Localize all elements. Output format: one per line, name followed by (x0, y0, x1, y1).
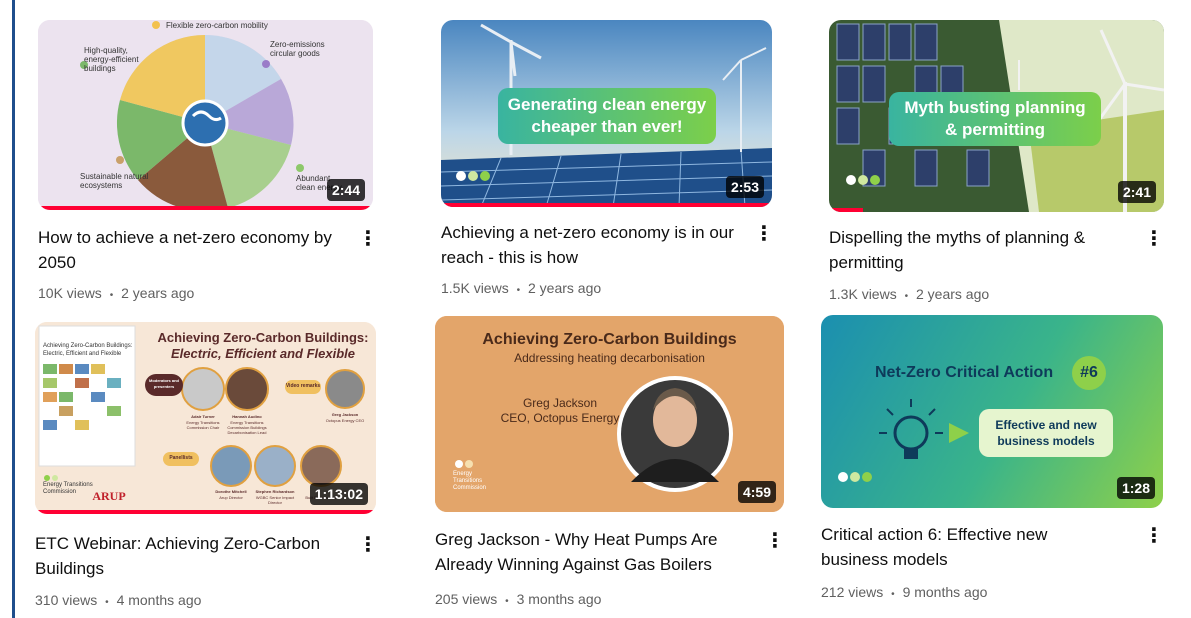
video-meta: 10K views • 2 years ago (38, 284, 194, 305)
speaker-role: Arup Director (219, 495, 243, 500)
video-meta: 1.5K views • 2 years ago (441, 279, 601, 300)
speaker-name: Stephen Richardson (255, 489, 295, 494)
meta-separator: • (891, 589, 895, 600)
thumb-label-top: Flexible zero-carbon mobility (166, 21, 268, 30)
more-actions-icon[interactable]: ⋮ (765, 530, 785, 552)
duration-badge: 2:44 (326, 179, 365, 201)
speaker-name: Hannah Audino (232, 414, 262, 419)
thumb-moderators-label: Moderators and presenters (148, 378, 179, 389)
speaker-role: Octopus Energy CEO (325, 418, 365, 423)
thumb-speaker-role: CEO, Octopus Energy (500, 411, 620, 425)
video-meta: 205 views • 3 months ago (435, 590, 601, 611)
thumb-badge: #6 (1080, 364, 1098, 381)
meta-separator: • (904, 291, 909, 302)
thumb-headline-box: Generating clean energy cheaper than eve… (498, 88, 716, 144)
video-thumbnail[interactable]: Net-Zero Critical Action #6 Effective an… (821, 315, 1163, 508)
speaker-role: Energy Transitions Commission Chair (186, 420, 220, 430)
thumb-org: Energy Transitions Commission (453, 471, 487, 491)
left-border (12, 0, 15, 618)
upload-age: 2 years ago (916, 286, 990, 302)
upload-age: 2 years ago (528, 280, 602, 296)
thumb-box: Effective and new business models (979, 409, 1113, 457)
more-actions-icon[interactable]: ⋮ (1144, 228, 1164, 250)
speaker-role: Energy Transitions Commission Buildings … (227, 420, 267, 435)
more-actions-icon[interactable]: ⋮ (754, 223, 774, 245)
view-count: 1.3K views (829, 286, 897, 302)
speaker-name: Dorothe Mitchell (215, 489, 247, 494)
meta-separator: • (516, 285, 521, 296)
video-card[interactable]: Net-Zero Critical Action #6 Effective an… (821, 315, 1173, 612)
duration-badge: 2:53 (725, 176, 764, 198)
view-count: 212 views (821, 584, 884, 600)
thumb-subhead: Electric, Efficient and Flexible (171, 346, 355, 361)
video-thumbnail[interactable]: Myth busting planning & permitting 2:41 (829, 20, 1164, 212)
thumb-panellists-label: Panellists (169, 455, 193, 461)
video-meta: 310 views • 4 months ago (35, 591, 201, 612)
video-title[interactable]: Critical action 6: Effective new busines… (821, 522, 1111, 572)
upload-age: 3 months ago (516, 591, 602, 607)
watch-progress-bar (829, 208, 863, 212)
video-card[interactable]: Flexible zero-carbon mobility High-quali… (38, 20, 378, 305)
video-title[interactable]: How to achieve a net-zero economy by 205… (38, 225, 343, 275)
meta-separator: • (505, 596, 509, 607)
thumb-headline: Net-Zero Critical Action (875, 364, 1054, 381)
thumb-video-remarks-label: Video remarks (285, 383, 321, 389)
thumb-subhead: Addressing heating decarbonisation (514, 351, 705, 365)
speaker-role: WGBC Senior Impact Director (255, 495, 295, 505)
video-thumbnail[interactable]: Generating clean energy cheaper than eve… (441, 20, 772, 207)
video-card[interactable]: Generating clean energy cheaper than eve… (441, 20, 786, 305)
view-count: 310 views (35, 592, 98, 608)
watch-progress-bar (35, 510, 376, 514)
video-title[interactable]: Achieving a net-zero economy is in our r… (441, 220, 746, 270)
thumb-headline: Achieving Zero-Carbon Buildings: (157, 330, 369, 345)
video-thumbnail[interactable]: Flexible zero-carbon mobility High-quali… (38, 20, 373, 210)
more-actions-icon[interactable]: ⋮ (358, 534, 378, 556)
thumb-report-title: Achieving Zero-Carbon Buildings: Electri… (43, 343, 133, 357)
upload-age: 2 years ago (121, 285, 195, 301)
more-actions-icon[interactable]: ⋮ (358, 228, 378, 250)
video-title[interactable]: ETC Webinar: Achieving Zero-Carbon Build… (35, 531, 340, 581)
video-card[interactable]: Achieving Zero-Carbon Buildings: Electri… (35, 322, 380, 612)
video-title[interactable]: Dispelling the myths of planning & permi… (829, 225, 1119, 275)
watch-progress-bar (441, 203, 772, 207)
arup-logo: ARUP (92, 489, 126, 503)
video-thumbnail[interactable]: Achieving Zero-Carbon Buildings Addressi… (435, 316, 784, 512)
thumb-label-left-top: High-quality, energy-efficient buildings (84, 46, 139, 73)
upload-age: 9 months ago (902, 584, 988, 600)
video-card[interactable]: Achieving Zero-Carbon Buildings Addressi… (435, 316, 790, 612)
thumb-label-left-bottom: Sustainable natural ecosystems (80, 172, 149, 190)
meta-separator: • (105, 597, 109, 608)
view-count: 1.5K views (441, 280, 509, 296)
more-actions-icon[interactable]: ⋮ (1144, 525, 1164, 547)
video-meta: 1.3K views • 2 years ago (829, 285, 989, 306)
speaker-name: Greg Jackson (331, 412, 359, 417)
thumb-speaker-name: Greg Jackson (522, 396, 598, 410)
duration-badge: 1:28 (1116, 477, 1155, 499)
watch-progress-bar (38, 206, 373, 210)
video-thumbnail[interactable]: Achieving Zero-Carbon Buildings: Electri… (35, 322, 376, 514)
duration-badge: 1:13:02 (309, 483, 368, 505)
thumb-org: Energy Transitions Commission (43, 482, 93, 495)
thumb-label-right-top: Zero-emissions circular goods (270, 40, 325, 58)
duration-badge: 4:59 (737, 481, 776, 503)
meta-separator: • (109, 290, 114, 301)
video-title[interactable]: Greg Jackson - Why Heat Pumps Are Alread… (435, 527, 750, 577)
video-card[interactable]: Myth busting planning & permitting 2:41 … (829, 20, 1174, 310)
thumb-headline: Achieving Zero-Carbon Buildings (482, 331, 737, 348)
view-count: 10K views (38, 285, 102, 301)
duration-badge: 2:41 (1117, 181, 1156, 203)
thumb-headline-box: Myth busting planning & permitting (889, 92, 1101, 146)
upload-age: 4 months ago (116, 592, 202, 608)
view-count: 205 views (435, 591, 498, 607)
video-meta: 212 views • 9 months ago (821, 583, 987, 604)
speaker-name: Adair Turner (191, 414, 215, 419)
